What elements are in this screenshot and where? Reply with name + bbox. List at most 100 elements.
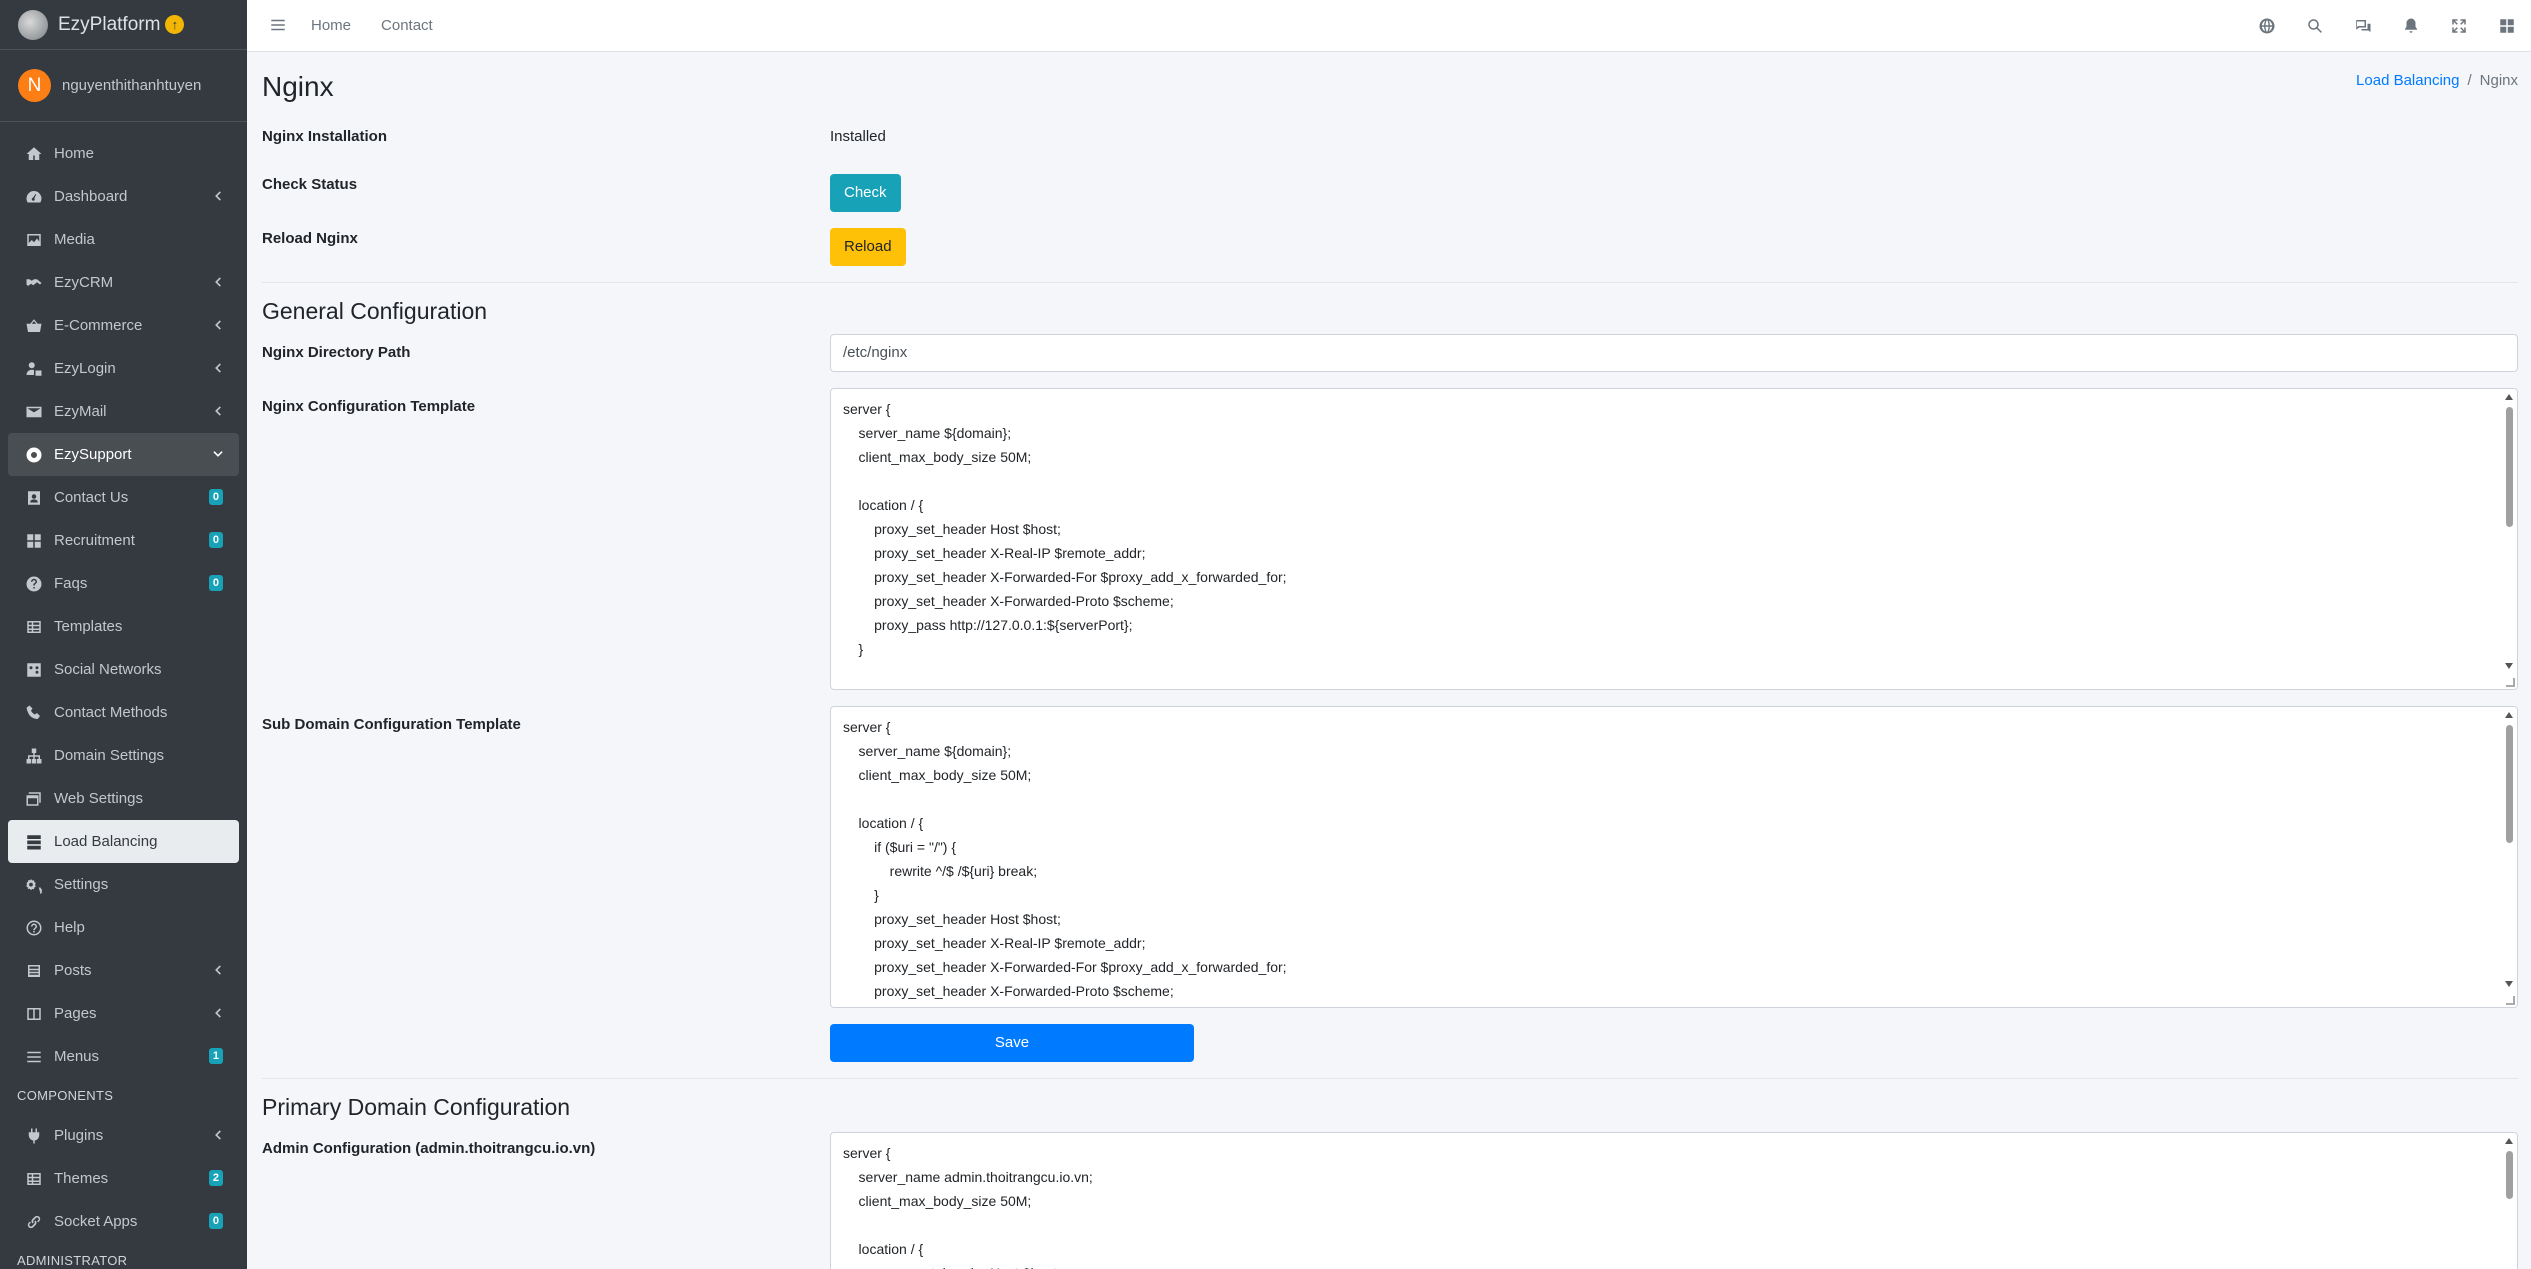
upgrade-badge-icon[interactable]: ↑ xyxy=(165,15,185,34)
sidebar-item-label: EzyMail xyxy=(54,403,107,420)
sidebar-item-label: EzyCRM xyxy=(54,274,114,291)
admin-configuration-textarea[interactable]: server { server_name admin.thoitrangcu.i… xyxy=(830,1132,2518,1269)
textarea-scrollbar[interactable] xyxy=(2501,389,2517,689)
textarea-scrollbar[interactable] xyxy=(2501,707,2517,1007)
sidebar-item-contact-us[interactable]: Contact Us 0 xyxy=(8,476,239,519)
sidebar-item-ezycrm[interactable]: EzyCRM xyxy=(8,261,239,304)
sidebar-item-social-networks[interactable]: Social Networks xyxy=(8,648,239,691)
sidebar-item-ezylogin[interactable]: EzyLogin xyxy=(8,347,239,390)
check-button[interactable]: Check xyxy=(830,174,901,212)
resize-grip-icon[interactable] xyxy=(2506,678,2515,687)
scroll-up-arrow-icon[interactable] xyxy=(2505,1138,2513,1144)
chevron-left-icon xyxy=(211,963,225,977)
sidebar-item-socket-apps[interactable]: Socket Apps 0 xyxy=(8,1200,239,1243)
globe-icon[interactable] xyxy=(2243,0,2291,52)
sidebar-item-label: Social Networks xyxy=(54,661,162,678)
nginx-config-template-label: Nginx Configuration Template xyxy=(262,398,476,415)
apps-grid-icon[interactable] xyxy=(2483,0,2531,52)
brand-link[interactable]: EzyPlatform ↑ xyxy=(0,0,247,50)
bell-icon[interactable] xyxy=(2387,0,2435,52)
question-circle-icon xyxy=(24,574,44,594)
table-icon xyxy=(24,1169,44,1189)
primary-domain-configuration-title: Primary Domain Configuration xyxy=(262,1094,571,1120)
resize-grip-icon[interactable] xyxy=(2506,996,2515,1005)
nginx-directory-path-input[interactable]: /etc/nginx xyxy=(830,334,2518,372)
scroll-down-arrow-icon[interactable] xyxy=(2505,663,2513,669)
textarea-scrollbar[interactable] xyxy=(2501,1133,2517,1269)
sidebar-item-recruitment[interactable]: Recruitment 0 xyxy=(8,519,239,562)
chevron-left-icon xyxy=(211,318,225,332)
sidebar-item-web-settings[interactable]: Web Settings xyxy=(8,777,239,820)
sidebar-item-dashboard[interactable]: Dashboard xyxy=(8,175,239,218)
count-badge: 0 xyxy=(208,532,223,548)
scroll-thumb[interactable] xyxy=(2506,407,2513,527)
search-icon[interactable] xyxy=(2291,0,2339,52)
envelope-icon xyxy=(24,402,44,422)
breadcrumb-link-load-balancing[interactable]: Load Balancing xyxy=(2356,72,2459,89)
sidebar-item-templates[interactable]: Templates xyxy=(8,605,239,648)
save-button[interactable]: Save xyxy=(830,1024,1194,1062)
top-link-contact[interactable]: Contact xyxy=(381,17,433,34)
window-icon xyxy=(24,789,44,809)
chevron-left-icon xyxy=(211,189,225,203)
sidebar-item-label: Home xyxy=(54,145,95,162)
nginx-config-template-textarea[interactable]: server { server_name ${domain}; client_m… xyxy=(830,388,2518,690)
scroll-up-arrow-icon[interactable] xyxy=(2505,712,2513,718)
sub-domain-template-text: server { server_name ${domain}; client_m… xyxy=(843,719,1287,999)
reload-button[interactable]: Reload xyxy=(830,228,906,266)
image-icon xyxy=(24,230,44,250)
sidebar-item-menus[interactable]: Menus 1 xyxy=(8,1035,239,1078)
scroll-up-arrow-icon[interactable] xyxy=(2505,394,2513,400)
grid-icon xyxy=(24,531,44,551)
home-icon xyxy=(24,144,44,164)
sidebar-item-settings[interactable]: Settings xyxy=(8,863,239,906)
count-badge: 0 xyxy=(208,575,223,591)
sidebar-item-contact-methods[interactable]: Contact Methods xyxy=(8,691,239,734)
server-icon xyxy=(24,832,44,852)
sidebar-item-load-balancing[interactable]: Load Balancing xyxy=(8,820,239,863)
count-badge: 0 xyxy=(208,1213,223,1229)
sidebar-item-ezysupport[interactable]: EzySupport xyxy=(8,433,239,476)
top-link-home[interactable]: Home xyxy=(311,17,351,34)
user-name[interactable]: nguyenthithanhtuyen xyxy=(62,77,201,94)
basket-icon xyxy=(24,316,44,336)
sidebar-item-domain-settings[interactable]: Domain Settings xyxy=(8,734,239,777)
sidebar-item-ecommerce[interactable]: E-Commerce xyxy=(8,304,239,347)
handshake-icon xyxy=(24,273,44,293)
main-content: Nginx Load Balancing / Nginx Nginx Install… xyxy=(262,52,2518,1269)
sidebar-item-posts[interactable]: Posts xyxy=(8,949,239,992)
sidebar-item-label: Themes xyxy=(54,1170,109,1187)
sidebar-item-label: Posts xyxy=(54,962,92,979)
user-panel[interactable]: N nguyenthithanhtuyen xyxy=(0,50,247,122)
scroll-down-arrow-icon[interactable] xyxy=(2505,981,2513,987)
sidebar-item-faqs[interactable]: Faqs 0 xyxy=(8,562,239,605)
chevron-left-icon xyxy=(211,404,225,418)
scroll-thumb[interactable] xyxy=(2506,1151,2513,1199)
life-ring-icon xyxy=(24,445,44,465)
user-lock-icon xyxy=(24,359,44,379)
sidebar-item-ezymail[interactable]: EzyMail xyxy=(8,390,239,433)
link-icon xyxy=(24,1212,44,1232)
section-divider xyxy=(262,282,2518,283)
sidebar-item-themes[interactable]: Themes 2 xyxy=(8,1157,239,1200)
sidebar-item-help[interactable]: Help xyxy=(8,906,239,949)
sidebar-item-label: Pages xyxy=(54,1005,97,1022)
hamburger-icon[interactable] xyxy=(269,16,289,36)
admin-configuration-text: server { server_name admin.thoitrangcu.i… xyxy=(843,1145,1093,1269)
chevron-left-icon xyxy=(211,1128,225,1142)
sub-domain-template-label: Sub Domain Configuration Template xyxy=(262,716,521,733)
sidebar-item-plugins[interactable]: Plugins xyxy=(8,1114,239,1157)
breadcrumb-separator: / xyxy=(2467,72,2472,89)
fullscreen-icon[interactable] xyxy=(2435,0,2483,52)
count-badge: 0 xyxy=(208,489,223,505)
sidebar-item-media[interactable]: Media xyxy=(8,218,239,261)
sidebar-item-label: Templates xyxy=(54,618,123,635)
sidebar-item-label: Plugins xyxy=(54,1127,104,1144)
sidebar-item-label: EzyLogin xyxy=(54,360,116,377)
check-status-label: Check Status xyxy=(262,176,358,193)
sidebar-item-home[interactable]: Home xyxy=(8,132,239,175)
sub-domain-template-textarea[interactable]: server { server_name ${domain}; client_m… xyxy=(830,706,2518,1008)
comments-icon[interactable] xyxy=(2339,0,2387,52)
sidebar-item-pages[interactable]: Pages xyxy=(8,992,239,1035)
scroll-thumb[interactable] xyxy=(2506,725,2513,843)
